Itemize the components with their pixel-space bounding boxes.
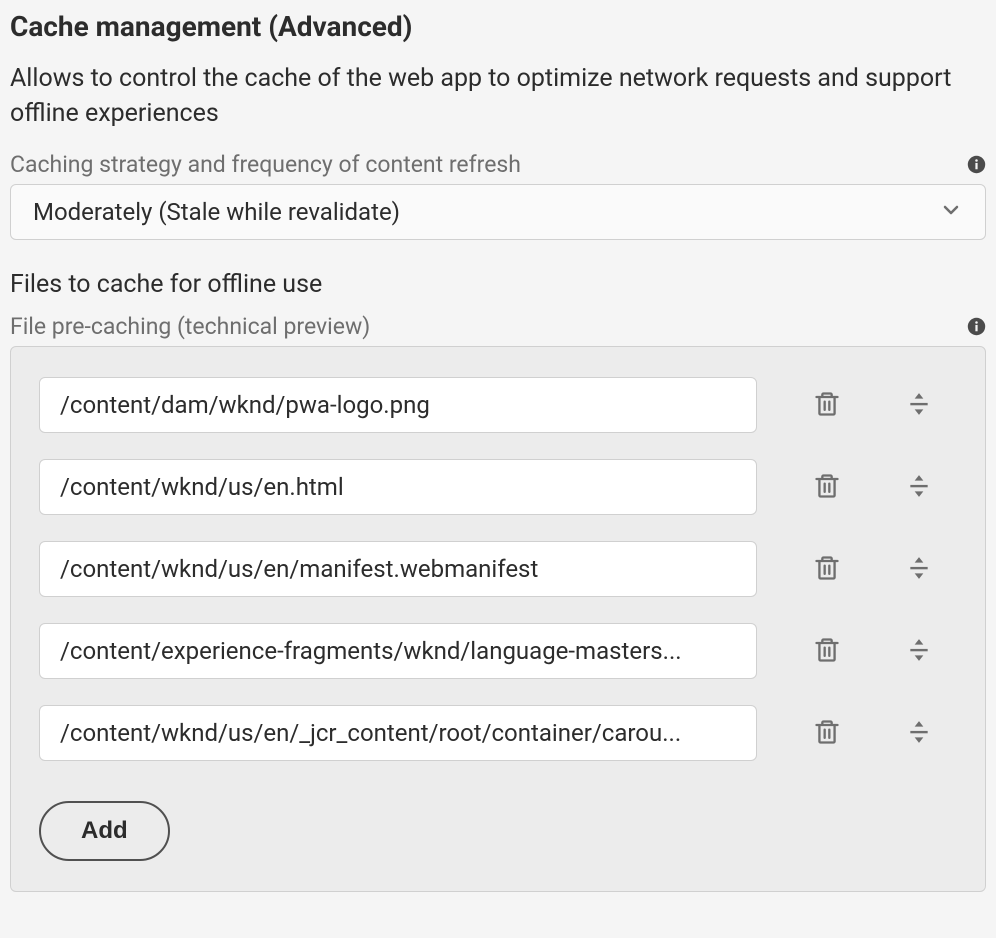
file-path-input[interactable] xyxy=(39,705,757,761)
info-icon[interactable] xyxy=(967,155,986,174)
reorder-icon xyxy=(906,717,932,750)
delete-button[interactable] xyxy=(812,718,842,748)
reorder-button[interactable] xyxy=(904,554,934,584)
file-path-input[interactable] xyxy=(39,459,757,515)
section-title: Cache management (Advanced) xyxy=(10,10,986,43)
file-row xyxy=(39,705,957,761)
precache-panel: Add xyxy=(10,346,986,892)
reorder-icon xyxy=(906,389,932,422)
row-actions xyxy=(812,390,934,420)
add-button[interactable]: Add xyxy=(39,801,170,861)
file-row xyxy=(39,541,957,597)
trash-icon xyxy=(813,635,841,668)
chevron-down-icon xyxy=(939,198,963,226)
row-actions xyxy=(812,554,934,584)
reorder-icon xyxy=(906,553,932,586)
row-actions xyxy=(812,718,934,748)
reorder-icon xyxy=(906,471,932,504)
section-description: Allows to control the cache of the web a… xyxy=(10,61,986,131)
reorder-button[interactable] xyxy=(904,636,934,666)
file-row xyxy=(39,623,957,679)
precache-label: File pre-caching (technical preview) xyxy=(10,313,370,340)
strategy-label-row: Caching strategy and frequency of conten… xyxy=(10,151,986,178)
file-path-input[interactable] xyxy=(39,377,757,433)
row-actions xyxy=(812,636,934,666)
reorder-button[interactable] xyxy=(904,472,934,502)
trash-icon xyxy=(813,471,841,504)
trash-icon xyxy=(813,553,841,586)
delete-button[interactable] xyxy=(812,472,842,502)
trash-icon xyxy=(813,389,841,422)
info-icon[interactable] xyxy=(967,317,986,336)
delete-button[interactable] xyxy=(812,390,842,420)
file-row xyxy=(39,377,957,433)
file-row xyxy=(39,459,957,515)
precache-label-row: File pre-caching (technical preview) xyxy=(10,313,986,340)
delete-button[interactable] xyxy=(812,636,842,666)
strategy-selected-value: Moderately (Stale while revalidate) xyxy=(33,198,939,226)
strategy-select[interactable]: Moderately (Stale while revalidate) xyxy=(10,184,986,240)
trash-icon xyxy=(813,717,841,750)
reorder-icon xyxy=(906,635,932,668)
file-path-input[interactable] xyxy=(39,541,757,597)
reorder-button[interactable] xyxy=(904,390,934,420)
delete-button[interactable] xyxy=(812,554,842,584)
precache-heading: Files to cache for offline use xyxy=(10,270,986,299)
row-actions xyxy=(812,472,934,502)
cache-management-panel: Cache management (Advanced) Allows to co… xyxy=(0,0,996,902)
strategy-label: Caching strategy and frequency of conten… xyxy=(10,151,521,178)
file-path-input[interactable] xyxy=(39,623,757,679)
reorder-button[interactable] xyxy=(904,718,934,748)
